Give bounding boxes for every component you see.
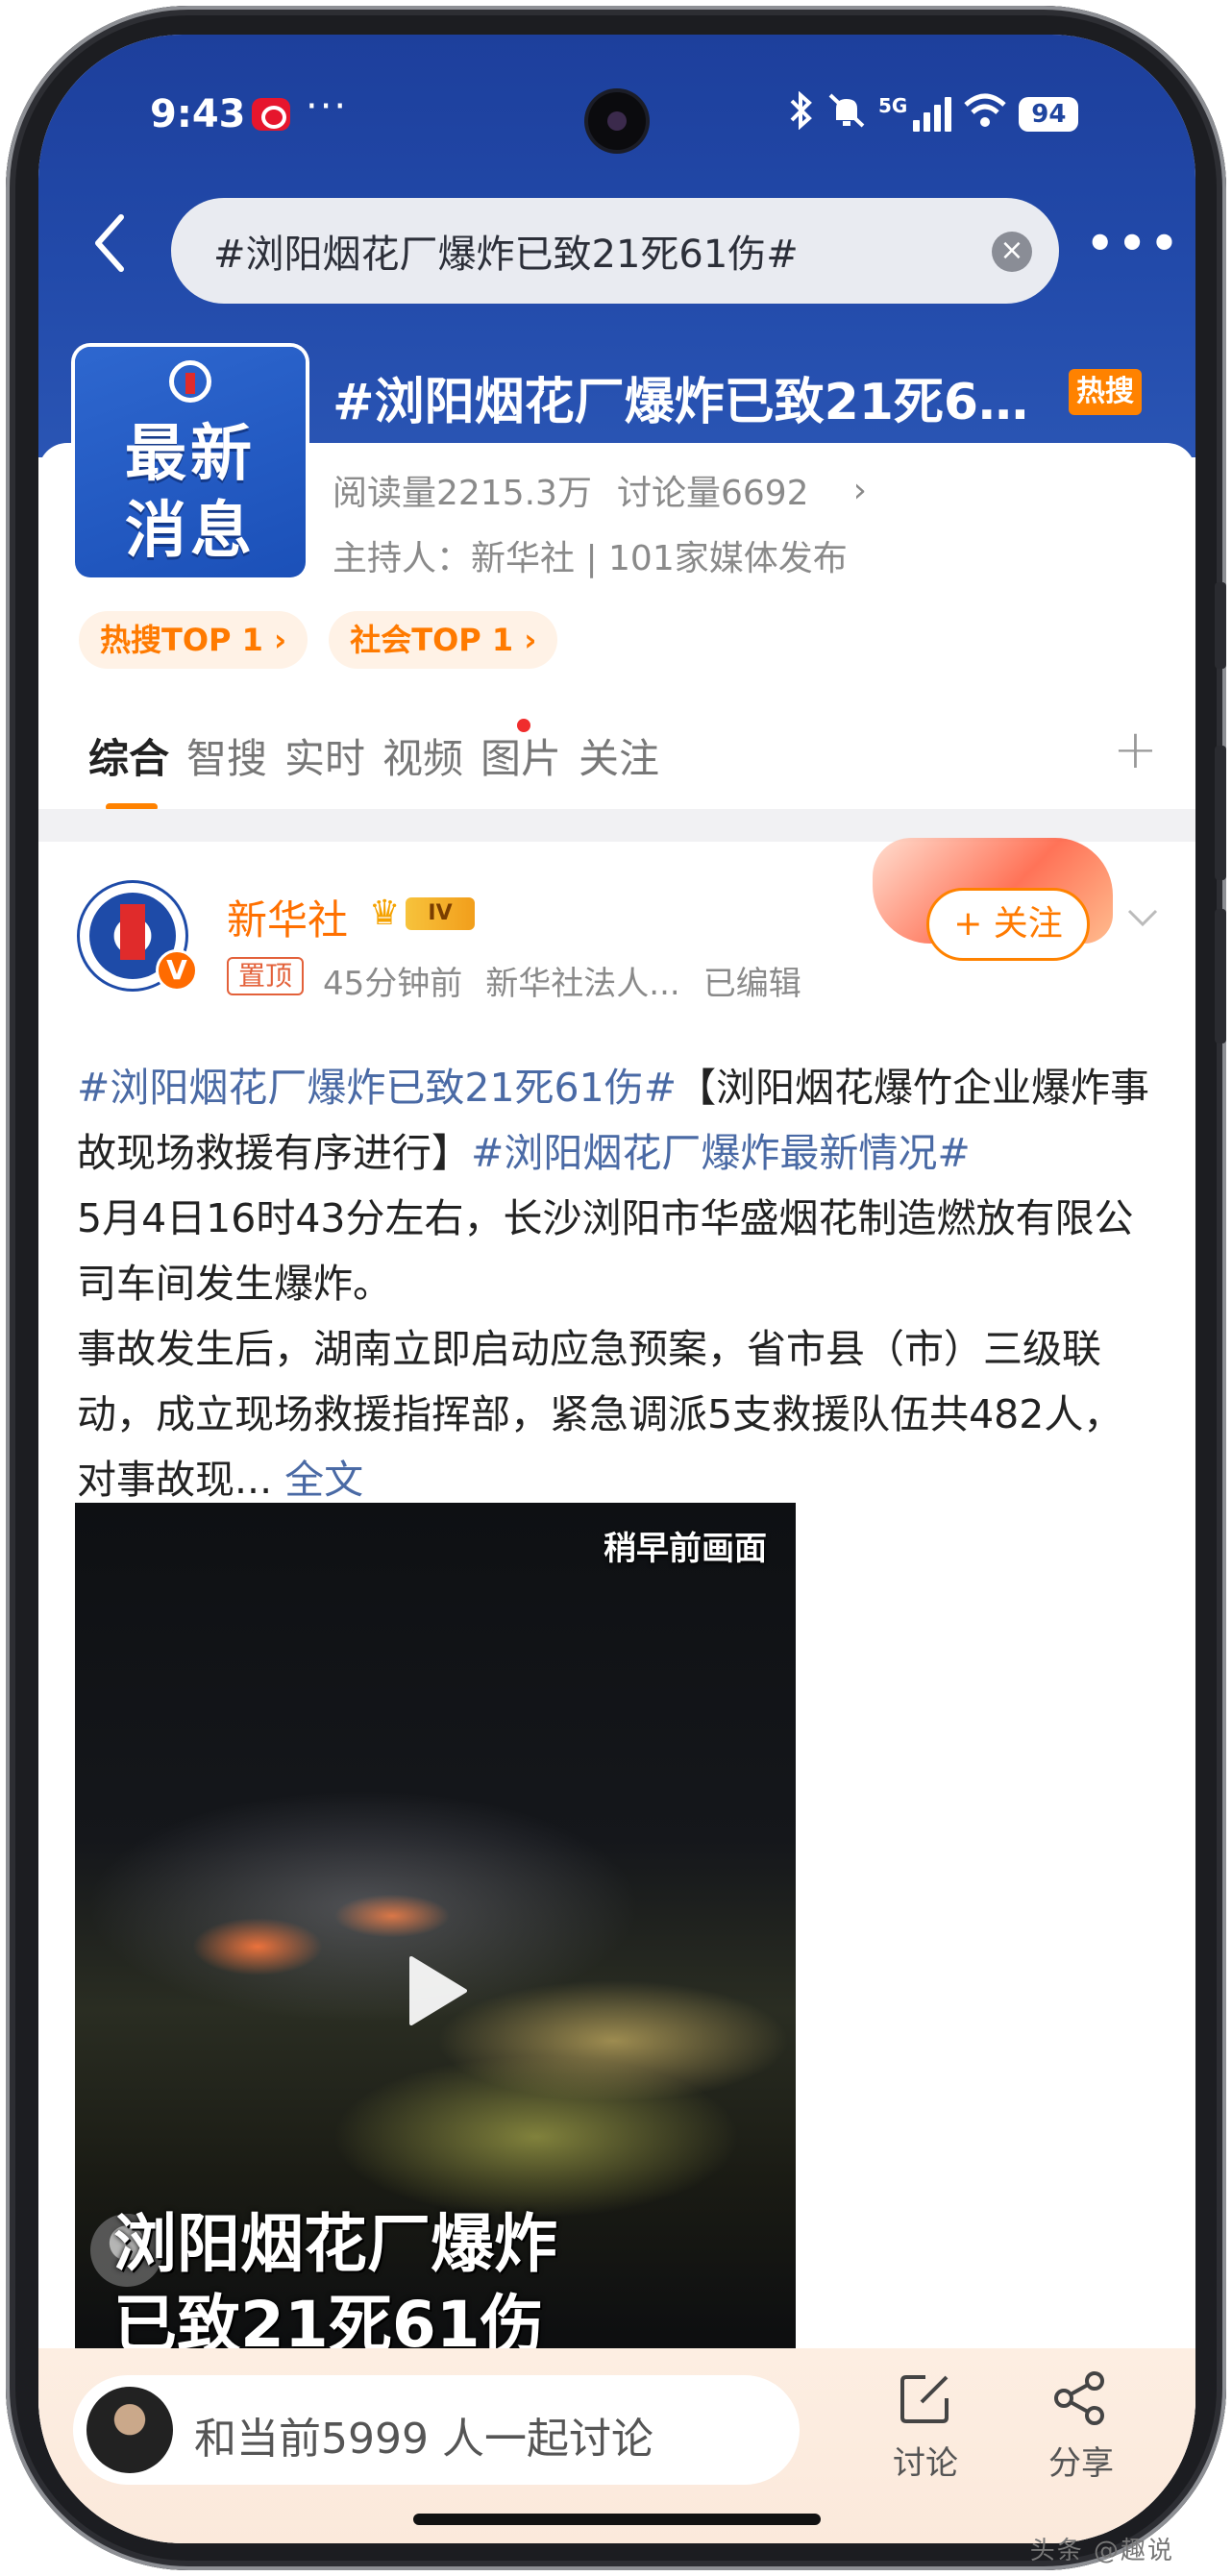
more-options-icon[interactable]: ••• (1086, 217, 1182, 269)
back-arrow-icon[interactable] (85, 209, 142, 277)
edit-icon (900, 2375, 949, 2423)
ranking-chips: 热搜TOP 1 › 社会TOP 1 › (79, 611, 558, 669)
share-icon (1054, 2371, 1104, 2425)
video-label: 稍早前画面 (604, 1530, 767, 1568)
discussion-placeholder: 和当前5999 人一起讨论 (194, 2415, 653, 2464)
hashtag-link[interactable]: #浏阳烟花厂爆炸最新情况# (471, 1130, 971, 1176)
screen: 9:43 ··· 5G 94 #浏阳烟花厂爆炸已致21死61伤# × ••• 最… (38, 35, 1195, 2543)
topic-logo: 最新 消息 (75, 347, 306, 577)
discuss-label: 讨论 (893, 2444, 958, 2483)
post-paragraph: 5月4日16时43分左右，长沙浏阳市华盛烟花制造燃放有限公司车间发生爆炸。 (77, 1195, 1134, 1307)
video-caption-line1: 浏阳烟花厂爆炸 (113, 2207, 557, 2281)
tab-smart-search[interactable]: 智搜 (186, 726, 267, 785)
bluetooth-icon (788, 90, 815, 138)
tab-comprehensive[interactable]: 综合 (88, 726, 169, 785)
hot-badge: 热搜 (1069, 369, 1142, 415)
wifi-icon (963, 91, 1007, 138)
clear-search-icon[interactable]: × (992, 232, 1032, 272)
video-player[interactable]: 稍早前画面 浏阳烟花厂爆炸 已致21死61伤 (75, 1503, 796, 2348)
search-query: #浏阳烟花厂爆炸已致21死61伤# (213, 233, 799, 277)
chevron-right-icon: › (852, 470, 867, 510)
video-caption-line2: 已致21死61伤 (113, 2288, 544, 2348)
add-tab-icon[interactable]: + (1113, 719, 1158, 781)
watermark: 头条 @趣说 (1029, 2537, 1174, 2565)
section-divider (38, 809, 1195, 842)
author-name[interactable]: 新华社 (227, 888, 348, 946)
member-badge: ♛ IV (369, 894, 480, 933)
share-button[interactable]: 分享 (1028, 2369, 1134, 2484)
hashtag-link[interactable]: #浏阳烟花厂爆炸已致21死61伤# (77, 1065, 677, 1111)
read-count: 阅读量2215.3万 (333, 474, 592, 513)
new-content-dot (517, 719, 530, 732)
user-avatar (86, 2387, 173, 2473)
status-icons: 5G 94 (788, 90, 1079, 138)
signal-icon (913, 97, 952, 132)
pinned-tag: 置顶 (227, 957, 305, 995)
tab-following[interactable]: 关注 (579, 726, 659, 785)
follow-button[interactable]: + 关注 (926, 888, 1090, 961)
crown-icon: ♛ (369, 894, 401, 933)
topic-title: #浏阳烟花厂爆炸已致21死6… (333, 374, 1029, 431)
post-time: 45分钟前 (323, 965, 463, 1003)
chip-society-rank[interactable]: 社会TOP 1 › (329, 611, 558, 669)
xinhua-emblem-icon (169, 360, 211, 403)
phone-frame: 9:43 ··· 5G 94 #浏阳烟花厂爆炸已致21死61伤# × ••• 最… (6, 6, 1226, 2570)
network-type: 5G (878, 94, 908, 117)
topic-host: 主持人：新华社 | 101家媒体发布 (333, 539, 848, 578)
tab-bar: 综合 智搜 实时 视频 图片 关注 (38, 726, 1195, 813)
chevron-down-icon[interactable] (1124, 899, 1161, 936)
topic-logo-line1: 最新 (125, 419, 256, 490)
side-button (1215, 582, 1226, 669)
post-body: #浏阳烟花厂爆炸已致21死61伤#【浏阳烟花爆竹企业爆炸事故现场救援有序进行】#… (77, 1055, 1161, 1512)
member-level: IV (406, 897, 475, 930)
topic-stats[interactable]: 阅读量2215.3万 讨论量6692 › (333, 465, 867, 515)
search-input[interactable]: #浏阳烟花厂爆炸已致21死61伤# × (171, 198, 1059, 304)
read-more-link[interactable]: 全文 (284, 1457, 363, 1503)
front-camera (588, 92, 646, 150)
tab-images[interactable]: 图片 (480, 726, 561, 785)
chip-hot-search-rank[interactable]: 热搜TOP 1 › (79, 611, 308, 669)
topic-logo-line2: 消息 (125, 496, 256, 567)
volume-button (1215, 746, 1226, 880)
share-label: 分享 (1048, 2444, 1114, 2483)
video-caption: 浏阳烟花厂爆炸 已致21死61伤 (113, 2204, 557, 2348)
home-indicator[interactable] (413, 2514, 821, 2525)
discuss-button[interactable]: 讨论 (873, 2369, 978, 2484)
verified-icon: V (156, 949, 198, 992)
tab-realtime[interactable]: 实时 (284, 726, 365, 785)
post-source: 新华社法人... (485, 965, 680, 1003)
more-notifications-icon: ··· (306, 85, 349, 129)
weibo-notification-icon (252, 98, 290, 131)
volume-button (1215, 909, 1226, 1043)
discussion-count: 讨论量6692 (616, 474, 809, 513)
play-icon[interactable] (404, 1952, 471, 2029)
battery-indicator: 94 (1019, 97, 1079, 132)
status-bar: 9:43 ··· 5G 94 (38, 35, 1195, 179)
post-meta: 45分钟前 新华社法人... 已编辑 (323, 957, 801, 1004)
post-paragraph: 事故发生后，湖南立即启动应急预案，省市县（市）三级联动，成立现场救援指挥部，紧急… (77, 1326, 1123, 1503)
discussion-input[interactable]: 和当前5999 人一起讨论 (73, 2375, 800, 2485)
mute-icon (826, 91, 867, 138)
tab-video[interactable]: 视频 (382, 726, 463, 785)
edited-label: 已编辑 (702, 965, 801, 1003)
status-time: 9:43 (150, 92, 246, 136)
